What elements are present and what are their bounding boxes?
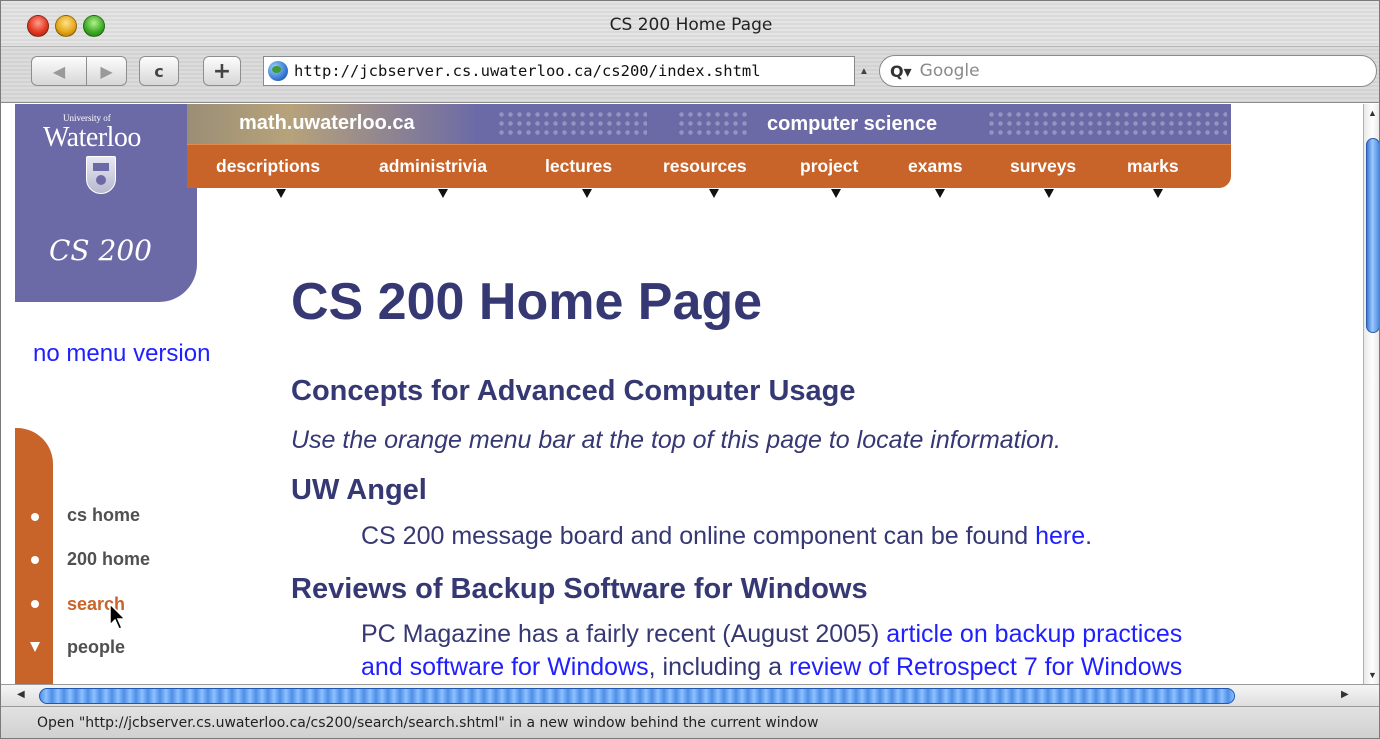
page-title: CS 200 Home Page: [291, 273, 763, 331]
scroll-left-icon[interactable]: ◀: [17, 689, 25, 700]
backup-text-2: , including a: [648, 653, 789, 681]
vertical-scroll-thumb[interactable]: [1366, 138, 1379, 333]
dropdown-arrow-icon: [1044, 189, 1054, 198]
math-link[interactable]: math.uwaterloo.ca: [239, 112, 415, 135]
scroll-right-icon[interactable]: ▶: [1341, 689, 1349, 700]
back-button[interactable]: ◀: [31, 56, 87, 86]
search-icon: Q▾: [890, 61, 912, 81]
globe-icon: [268, 61, 288, 81]
bullet-icon: [31, 600, 39, 608]
backup-article-link-cont[interactable]: and software for Windows: [361, 653, 649, 681]
orange-menu-bar: descriptions administrivia lectures reso…: [187, 144, 1231, 188]
nav-exams[interactable]: exams: [908, 156, 963, 177]
scroll-down-icon[interactable]: ▼: [1368, 670, 1377, 680]
plus-icon: +: [212, 58, 232, 84]
title-bar: CS 200 Home Page: [1, 1, 1379, 47]
nav-descriptions[interactable]: descriptions: [216, 156, 320, 177]
horizontal-scrollbar[interactable]: ◀ ▶: [1, 684, 1379, 706]
nav-resources[interactable]: resources: [663, 156, 747, 177]
uw-angel-text: CS 200 message board and online componen…: [361, 522, 1036, 550]
bullet-icon: [31, 556, 39, 564]
add-bookmark-button[interactable]: +: [203, 56, 241, 86]
backup-paragraph-line-1: PC Magazine has a fairly recent (August …: [361, 620, 1182, 649]
dropdown-arrow-icon: [438, 189, 448, 198]
page-viewport: University of Waterloo CS 200 math.uwate…: [1, 104, 1363, 684]
status-bar: Open "http://jcbserver.cs.uwaterloo.ca/c…: [1, 706, 1379, 738]
search-input[interactable]: Q▾ Google: [879, 55, 1377, 87]
nav-marks[interactable]: marks: [1127, 156, 1179, 177]
logo-panel: University of Waterloo CS 200: [15, 104, 197, 302]
url-text: http://jcbserver.cs.uwaterloo.ca/cs200/i…: [294, 62, 761, 80]
waterloo-logo-text[interactable]: Waterloo: [43, 122, 141, 154]
dropdown-arrow-icon: [1153, 189, 1163, 198]
dropdown-arrow-icon: [276, 189, 286, 198]
banner-dots: [497, 110, 647, 138]
uw-angel-paragraph: CS 200 message board and online componen…: [361, 522, 1092, 551]
reload-icon: c: [154, 61, 164, 81]
intro-text: Use the orange menu bar at the top of th…: [291, 426, 1061, 454]
address-bar[interactable]: http://jcbserver.cs.uwaterloo.ca/cs200/i…: [263, 56, 855, 86]
backup-heading: Reviews of Backup Software for Windows: [291, 573, 868, 605]
top-banner: math.uwaterloo.ca computer science: [187, 104, 1231, 144]
dropdown-arrow-icon: [582, 189, 592, 198]
side-link-200-home[interactable]: 200 home: [67, 549, 150, 570]
horizontal-scroll-thumb[interactable]: [39, 688, 1235, 704]
uw-crest-icon: [86, 156, 116, 194]
browser-toolbar: ◀ ▶ c + http://jcbserver.cs.uwaterloo.ca…: [1, 47, 1379, 103]
uw-angel-heading: UW Angel: [291, 474, 427, 506]
browser-window: CS 200 Home Page ◀ ▶ c + http://jcbserve…: [0, 0, 1380, 739]
course-logo: CS 200: [49, 234, 152, 267]
no-menu-version-link[interactable]: no menu version: [33, 340, 210, 368]
dropdown-arrow-icon: [935, 189, 945, 198]
retrospect-review-link[interactable]: review of Retrospect 7 for Windows: [789, 653, 1182, 681]
side-link-people[interactable]: people: [67, 637, 125, 658]
status-text: Open "http://jcbserver.cs.uwaterloo.ca/c…: [37, 715, 819, 731]
here-link[interactable]: here: [1035, 522, 1085, 550]
banner-dots: [987, 110, 1227, 138]
nav-project[interactable]: project: [800, 156, 858, 177]
nav-surveys[interactable]: surveys: [1010, 156, 1076, 177]
nav-administrivia[interactable]: administrivia: [379, 156, 487, 177]
cs-link[interactable]: computer science: [767, 113, 937, 136]
side-link-cs-home[interactable]: cs home: [67, 505, 140, 526]
backup-article-link[interactable]: article on backup practices: [886, 620, 1182, 648]
window-title: CS 200 Home Page: [609, 15, 773, 35]
banner-dots: [677, 110, 747, 138]
back-arrow-icon: ◀: [52, 61, 66, 81]
backup-paragraph-line-2: and software for Windows, including a re…: [361, 653, 1182, 682]
forward-button[interactable]: ▶: [87, 56, 127, 86]
expand-arrow-icon: [30, 642, 40, 652]
reload-button[interactable]: c: [139, 56, 179, 86]
nav-lectures[interactable]: lectures: [545, 156, 612, 177]
bullet-icon: [31, 513, 39, 521]
dropdown-arrow-icon: [709, 189, 719, 198]
vertical-scrollbar[interactable]: ▲ ▼: [1363, 104, 1379, 684]
scroll-up-icon[interactable]: ▲: [1368, 108, 1377, 118]
dropdown-arrow-icon: [831, 189, 841, 198]
backup-text: PC Magazine has a fairly recent (August …: [361, 620, 887, 648]
course-subtitle: Concepts for Advanced Computer Usage: [291, 375, 856, 407]
uw-angel-end: .: [1085, 522, 1093, 550]
search-placeholder: Google: [919, 61, 980, 81]
forward-arrow-icon: ▶: [100, 61, 113, 81]
url-history-arrow-icon[interactable]: ▲: [859, 66, 869, 77]
